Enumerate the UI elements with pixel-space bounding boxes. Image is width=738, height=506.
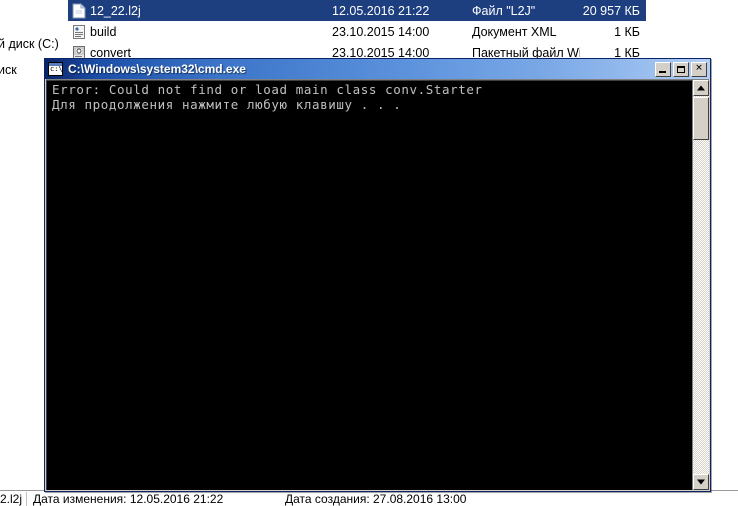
file-type: Файл "L2J" xyxy=(472,3,536,18)
file-date: 23.10.2015 14:00 xyxy=(332,24,430,39)
cmd-title-text: C:\Windows\system32\cmd.exe xyxy=(68,62,246,76)
generic-file-icon xyxy=(68,2,90,19)
window-controls: ✕ xyxy=(655,61,709,77)
chevron-down-icon xyxy=(697,479,705,485)
file-date: 12.05.2016 21:22 xyxy=(332,3,430,18)
cmd-window[interactable]: c:\ C:\Windows\system32\cmd.exe ✕ Error:… xyxy=(44,58,711,492)
cmd-title-bar[interactable]: c:\ C:\Windows\system32\cmd.exe ✕ xyxy=(45,59,710,79)
xml-document-icon xyxy=(68,24,90,40)
scroll-down-button[interactable] xyxy=(693,474,709,490)
status-date-modified: Дата изменения: 12.05.2016 21:22 xyxy=(33,491,224,506)
table-row[interactable]: 12_22.l2j 12.05.2016 21:22 Файл "L2J" 20… xyxy=(68,0,646,21)
status-bar: 2.l2j Дата изменения: 12.05.2016 21:22 Д… xyxy=(0,490,738,506)
console-output[interactable]: Error: Could not find or load main class… xyxy=(46,80,692,490)
status-file-name: 2.l2j xyxy=(0,491,23,506)
console-icon: c:\ xyxy=(48,62,63,76)
console-icon-label: c:\ xyxy=(50,65,63,73)
table-row[interactable]: build 23.10.2015 14:00 Документ XML 1 КБ xyxy=(68,21,646,42)
chevron-up-icon xyxy=(697,85,705,91)
cmd-window-body: Error: Could not find or load main class… xyxy=(46,79,709,490)
file-size: 20 957 КБ xyxy=(582,3,640,18)
close-icon: ✕ xyxy=(695,63,703,74)
maximize-button[interactable] xyxy=(673,61,689,77)
file-name: 12_22.l2j xyxy=(90,3,141,18)
scrollbar-thumb[interactable] xyxy=(693,97,709,140)
console-line: Error: Could not find or load main class… xyxy=(52,82,483,97)
file-list[interactable]: 12_22.l2j 12.05.2016 21:22 Файл "L2J" 20… xyxy=(68,0,646,63)
file-name: build xyxy=(90,24,117,39)
file-size: 1 КБ xyxy=(614,24,640,39)
close-button[interactable]: ✕ xyxy=(691,61,707,77)
console-scrollbar[interactable] xyxy=(692,80,709,490)
sidebar-item-local-disk-c[interactable]: й диск (C:) xyxy=(0,37,59,51)
file-type: Документ XML xyxy=(472,24,557,39)
status-date-created: Дата создания: 27.08.2016 13:00 xyxy=(285,491,467,506)
minimize-button[interactable] xyxy=(655,61,671,77)
scrollbar-track[interactable] xyxy=(693,96,709,474)
sidebar-item-disk[interactable]: иск xyxy=(0,63,17,77)
scroll-up-button[interactable] xyxy=(693,80,709,96)
console-line: Для продолжения нажмите любую клавишу . … xyxy=(52,97,402,112)
